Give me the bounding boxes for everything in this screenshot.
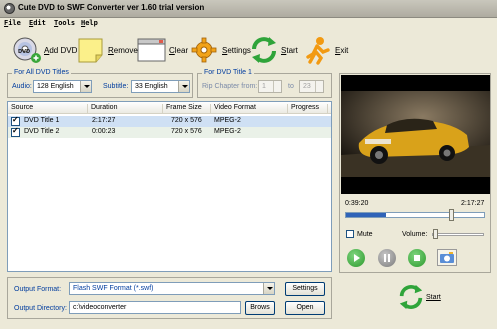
settings-button[interactable]: Settings [190,31,251,69]
current-time: 0:39:20 [345,200,369,207]
output-format-label: Output Format: [14,286,62,293]
start-button[interactable]: Start [249,31,298,69]
row-format: MPEG-2 [214,128,241,135]
camera-icon [440,252,454,263]
running-man-icon [303,35,333,65]
output-directory-input[interactable]: c:\videoconverter [69,301,241,314]
refresh-arrows-icon [249,35,279,65]
list-header: Source Duration Frame Size Video Format … [8,102,331,114]
total-time: 2:17:27 [461,200,485,207]
row-frame: 720 x 576 [171,128,202,135]
column-frame-size[interactable]: Frame Size [163,104,211,114]
output-settings-button[interactable]: Settings [285,282,325,296]
chevron-down-icon[interactable] [178,81,189,92]
column-video-format[interactable]: Video Format [211,104,288,114]
play-icon [354,254,360,262]
start-conversion-label: Start [426,294,441,301]
chevron-down-icon[interactable] [263,283,274,294]
snapshot-button[interactable] [437,249,457,266]
sticky-note-icon [76,35,106,65]
title-bar: Cute DVD to SWF Converter ver 1.60 trial… [0,0,497,18]
toolbar: DVD Add DVD Remove Clear Settings Start … [0,31,497,69]
column-progress[interactable]: Progress [288,104,328,114]
row-source: DVD Title 2 [24,128,60,135]
clear-label: Clear [169,45,189,55]
chevron-down-icon[interactable] [80,81,91,92]
stop-button[interactable] [408,249,426,267]
row-checkbox[interactable] [11,126,20,137]
output-format-value: Flash SWF Format (*.swf) [73,285,154,292]
exit-button[interactable]: Exit [303,31,348,69]
row-duration: 2:17:27 [92,117,116,124]
start-conversion-button[interactable]: Start [397,283,447,315]
rip-chapter-label: Rip Chapter from: [202,83,258,90]
menu-help[interactable]: Help [81,19,98,27]
browse-button[interactable]: Brows [245,301,275,315]
exit-label: Exit [335,45,349,55]
volume-thumb[interactable] [433,229,438,239]
pause-icon [384,254,390,262]
subtitle-label: Subtitle: [103,83,129,90]
open-button[interactable]: Open [285,301,325,315]
audio-label: Audio: [12,83,32,90]
menu-tools[interactable]: Tools [54,19,75,27]
volume-slider[interactable] [432,233,484,236]
title-list[interactable]: Source Duration Frame Size Video Format … [7,101,332,272]
all-titles-legend: For All DVD Titles [12,69,71,76]
clear-button[interactable]: Clear [137,31,188,69]
video-preview [341,75,490,194]
seek-bar[interactable] [345,212,485,218]
output-format-select[interactable]: Flash SWF Format (*.swf) [69,282,275,295]
title1-legend: For DVD Title 1 [202,69,254,76]
column-duration[interactable]: Duration [88,104,163,114]
pause-button[interactable] [378,249,396,267]
subtitle-value: 33 English [135,83,168,90]
window-title: Cute DVD to SWF Converter ver 1.60 trial… [18,3,205,12]
audio-value: 128 English [37,83,74,90]
dvd-disc-icon: DVD [12,35,42,65]
window-icon [137,35,167,65]
column-source[interactable]: Source [8,104,88,114]
output-directory-label: Output Directory: [14,305,67,312]
remove-button[interactable]: Remove [76,31,138,69]
svg-text:DVD: DVD [18,49,30,55]
seek-progress [346,213,387,217]
menu-bar: File Edit Tools Help [0,18,497,30]
chapter-to-value: 23 [303,83,311,90]
spinner-arrows-icon[interactable] [315,81,323,92]
gear-icon [190,35,220,65]
row-frame: 720 x 576 [171,117,202,124]
refresh-arrows-icon [399,284,423,310]
seek-thumb[interactable] [449,209,454,221]
subtitle-select[interactable]: 33 English [131,80,190,93]
chapter-from-spinner[interactable]: 1 [258,80,282,93]
volume-label: Volume: [402,231,428,238]
stop-icon [414,255,420,261]
add-dvd-label: Add DVD [44,45,78,55]
row-source: DVD Title 1 [24,117,60,124]
start-label: Start [281,45,298,55]
mute-label: Mute [357,231,373,238]
table-row[interactable]: DVD Title 2 0:00:23 720 x 576 MPEG-2 [8,126,331,138]
mute-checkbox[interactable] [346,230,354,238]
output-directory-value: c:\videoconverter [73,304,127,311]
row-checkbox[interactable] [11,115,20,126]
chapter-from-value: 1 [262,83,266,90]
play-button[interactable] [347,249,365,267]
add-dvd-button[interactable]: DVD Add DVD [12,31,77,69]
spinner-arrows-icon[interactable] [273,81,281,92]
menu-file[interactable]: File [4,19,21,27]
car-video-frame-image [341,75,490,194]
table-row[interactable]: DVD Title 1 2:17:27 720 x 576 MPEG-2 [8,115,331,127]
remove-label: Remove [108,45,138,55]
settings-label: Settings [222,45,251,55]
to-label: to [288,83,294,90]
row-format: MPEG-2 [214,117,241,124]
chapter-to-spinner[interactable]: 23 [299,80,324,93]
app-icon [4,3,15,14]
row-duration: 0:00:23 [92,128,116,135]
menu-edit[interactable]: Edit [29,19,46,27]
audio-select[interactable]: 128 English [33,80,92,93]
